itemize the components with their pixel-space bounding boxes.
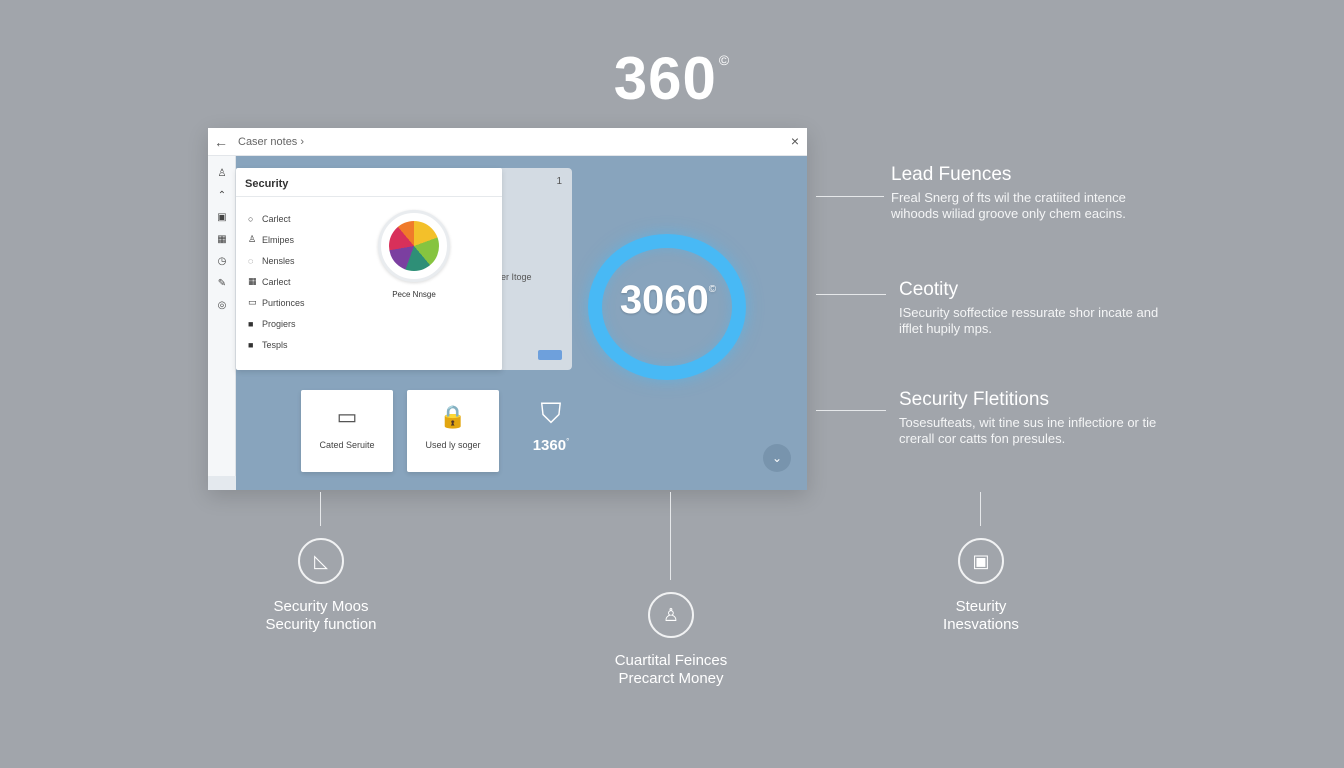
background-panel-button[interactable] (538, 350, 562, 360)
feature-steurity: ▣ Steurity Inesvations (881, 538, 1081, 634)
hero-title-text: 360 (613, 45, 717, 112)
feature-cuartital-feinces: ♙ Cuartital Feinces Precarct Money (571, 592, 771, 688)
menu-item[interactable]: ▭ Purtionces (248, 292, 305, 313)
scroll-down-button[interactable]: ⌄ (763, 444, 791, 472)
feature-label-line: Precarct Money (618, 670, 724, 687)
note-title: Ceotity (899, 279, 959, 300)
back-arrow-icon[interactable]: ← (208, 134, 234, 150)
lock-icon: 🔒 (439, 404, 467, 429)
menu-item[interactable]: ■ Tespls (248, 334, 305, 355)
feature-security-moos: ◺ Security Moos Security function (221, 538, 421, 634)
rail-chevron-up-icon[interactable]: ⌃ (208, 184, 236, 206)
note-description: ISecurity soffectice ressurate shor inca… (899, 305, 1159, 336)
hero-title-mark: © (718, 52, 731, 68)
connector-line (320, 492, 321, 526)
rail-pen-icon[interactable]: ✎ (208, 272, 236, 294)
corner-shape-icon[interactable]: ◺ (298, 538, 344, 584)
user-lock-icon[interactable]: ♙ (648, 592, 694, 638)
score-gauge: 3060© (588, 234, 748, 380)
close-icon[interactable]: × (791, 133, 799, 149)
feature-label: Cuartital Feinces Precarct Money (571, 652, 771, 688)
shield-label-text: 1360 (532, 437, 567, 454)
rail-grid-icon[interactable]: ▦ (208, 228, 236, 250)
feature-label-line: Cuartital Feinces (614, 652, 728, 669)
document-icon[interactable]: ▣ (958, 538, 1004, 584)
feature-label-line: Security Moos (273, 598, 369, 615)
logo-caption: Pece Nnsge (392, 290, 436, 299)
feature-icon-glyph: ◺ (314, 550, 328, 571)
shield-badge: ⛉ 1360° (524, 398, 578, 454)
feature-label-line: Steurity (955, 598, 1007, 615)
gauge-value: 3060© (588, 278, 748, 323)
shield-icon: ⛉ (540, 398, 562, 429)
menu-item[interactable]: ◌ Nensles (248, 250, 305, 271)
note-lead-fuences: Lead Fuences Freal Snerg of fts wil the … (891, 164, 1161, 222)
menu-item[interactable]: ○ Carlect (248, 208, 305, 229)
menu-item-label: Carlect (262, 276, 291, 287)
breadcrumb[interactable]: Caser notes › (238, 136, 304, 148)
menu-item[interactable]: ▦ Carlect (248, 271, 305, 292)
square-icon: ■ (248, 318, 254, 329)
feature-icon-glyph: ▣ (972, 550, 990, 571)
person-icon: ♙ (248, 234, 257, 244)
menu-title: Security (245, 178, 289, 190)
note-description: Freal Snerg of fts wil the cratiited int… (891, 190, 1126, 221)
icon-rail: ♙ ⌃ ▣ ▦ ◷ ✎ ◎ (208, 156, 236, 490)
app-logo[interactable] (378, 210, 450, 282)
tile-used-ly-soger[interactable]: 🔒 Used ly soger (407, 390, 499, 472)
rail-clock-icon[interactable]: ◷ (208, 250, 236, 272)
menu-item-label: Carlect (262, 213, 291, 224)
connector-line (670, 492, 671, 580)
note-security-fletitions: Security Fletitions Tosesufteats, wit ti… (899, 389, 1169, 447)
feature-label-line: Security function (265, 616, 377, 633)
card-icon: ▭ (248, 297, 257, 307)
ring-icon: ◌ (248, 255, 254, 266)
window-titlebar: ← Caser notes › × (208, 128, 807, 156)
connector-line (816, 294, 886, 295)
connector-line (816, 410, 886, 411)
note-description: Tosesufteats, wit tine sus ine inflectio… (899, 415, 1157, 446)
shield-label: 1360° (524, 437, 578, 454)
app-window: ← Caser notes › × ♙ ⌃ ▣ ▦ ◷ ✎ ◎ 1 ider I… (208, 128, 807, 490)
rail-target-icon[interactable]: ◎ (208, 294, 236, 316)
menu-item-label: Elmipes (262, 234, 295, 245)
note-ceotity: Ceotity ISecurity soffectice ressurate s… (899, 279, 1169, 337)
gauge-value-text: 3060 (619, 278, 709, 322)
background-panel-number: 1 (556, 176, 562, 187)
menu-list: ○ Carlect ♙ Elmipes ◌ Nensles ▦ Carlect ▭ Pur… (248, 208, 305, 355)
feature-label-line: Inesvations (943, 616, 1019, 633)
tile-cated-seruite[interactable]: ▭ Cated Seruite (301, 390, 393, 472)
tile-label: Cated Seruite (319, 440, 375, 450)
square-icon: ■ (248, 339, 254, 350)
feature-label: Security Moos Security function (221, 598, 421, 634)
grid-icon: ▦ (248, 276, 257, 286)
monitor-icon: ▭ (336, 404, 358, 429)
menu-item-label: Tespls (262, 339, 288, 350)
menu-item[interactable]: ♙ Elmipes (248, 229, 305, 250)
feature-icon-glyph: ♙ (662, 604, 680, 625)
circle-icon: ○ (248, 213, 254, 224)
menu-item[interactable]: ■ Progiers (248, 313, 305, 334)
security-menu-card: Security ○ Carlect ♙ Elmipes ◌ Nensles ▦ Car… (236, 168, 502, 370)
connector-line (816, 196, 884, 197)
rail-folder-icon[interactable]: ▣ (208, 206, 236, 228)
rail-footer (208, 476, 236, 490)
feature-label: Steurity Inesvations (881, 598, 1081, 634)
menu-item-label: Progiers (262, 318, 296, 329)
color-wheel-logo-icon (389, 221, 439, 271)
shield-label-mark: ° (566, 437, 570, 446)
hero-title: 360 © (0, 44, 1344, 113)
chevron-down-icon: ⌄ (771, 451, 783, 465)
note-title: Lead Fuences (891, 164, 1012, 185)
menu-item-label: Purtionces (262, 297, 305, 308)
tile-label: Used ly soger (425, 440, 481, 450)
rail-user-icon[interactable]: ♙ (208, 162, 236, 184)
connector-line (980, 492, 981, 526)
menu-divider (236, 196, 502, 197)
note-title: Security Fletitions (899, 389, 1049, 410)
menu-item-label: Nensles (262, 255, 295, 266)
gauge-value-mark: © (708, 284, 717, 295)
